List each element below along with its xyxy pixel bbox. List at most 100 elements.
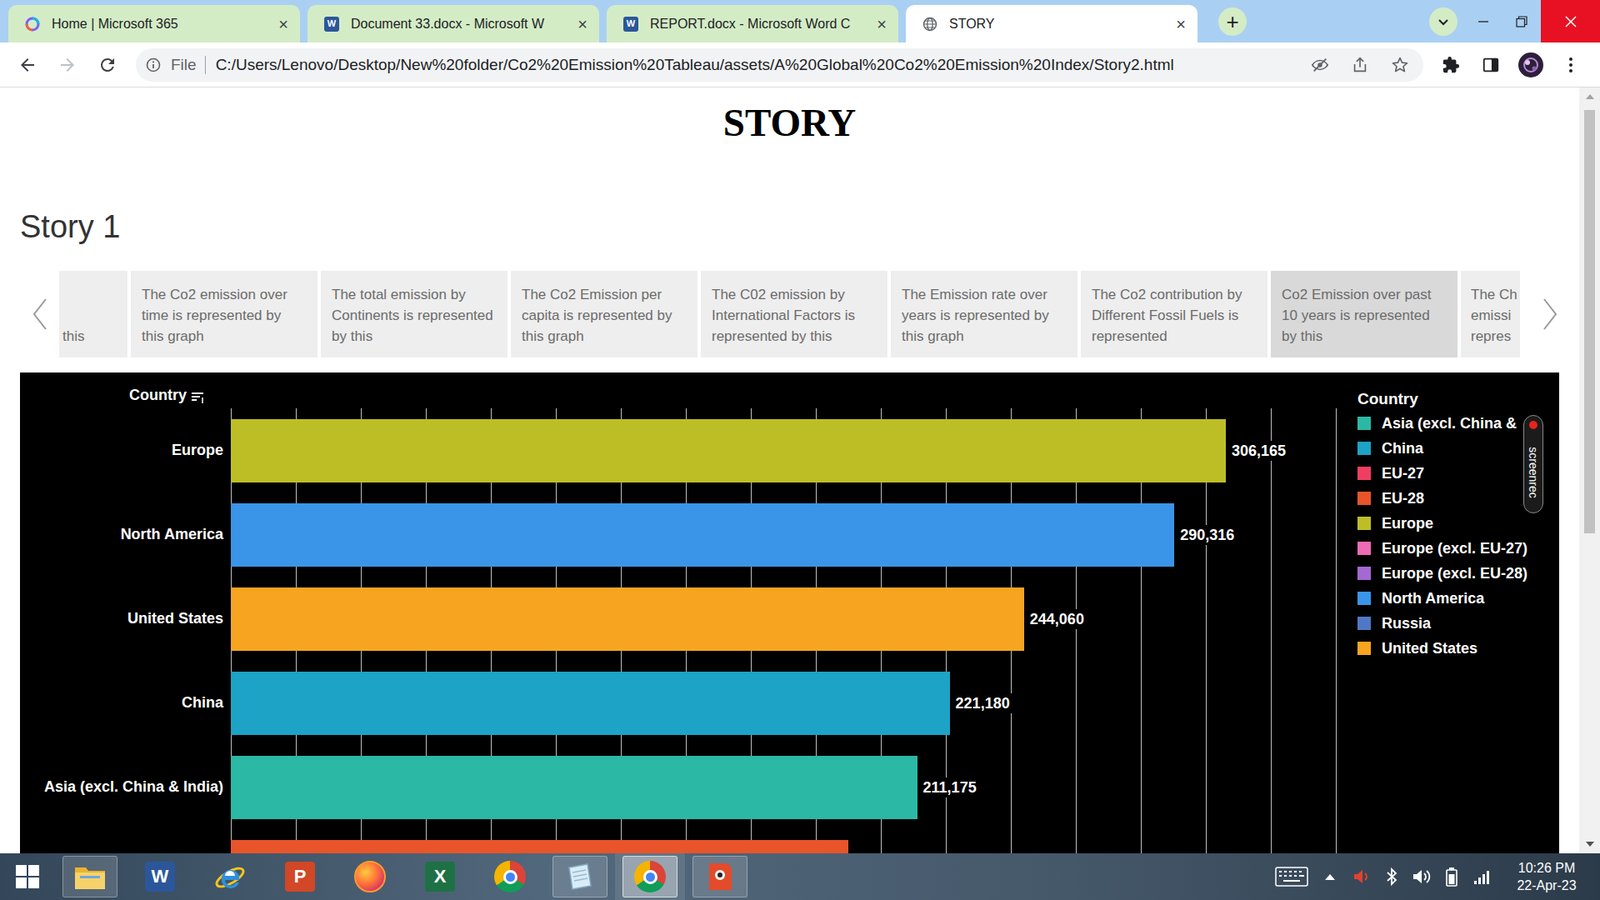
taskbar-app[interactable] [195, 853, 265, 900]
excel-icon: X [425, 861, 455, 892]
legend-item[interactable]: United States [1357, 635, 1560, 661]
taskbar: W P X 10:26 PM22-Apr-23 [0, 853, 1600, 900]
bookmark-button[interactable] [1380, 50, 1420, 80]
taskbar-app-frame [62, 855, 118, 898]
story-point[interactable]: The Co2 Emission per capita is represent… [510, 270, 698, 358]
legend-swatch [1357, 491, 1371, 505]
share-button[interactable] [1340, 50, 1380, 80]
bar[interactable] [230, 503, 1175, 567]
tab-close-button[interactable]: × [273, 14, 294, 35]
taskbar-app[interactable] [615, 853, 685, 900]
bar[interactable] [230, 587, 1025, 651]
bluetooth-icon [1385, 867, 1398, 886]
word-glyph: W [327, 19, 336, 29]
new-tab-button[interactable]: + [1218, 7, 1247, 36]
scroll-thumb[interactable] [1584, 110, 1595, 534]
network-button[interactable] [1466, 853, 1497, 900]
tab-close-button[interactable]: × [871, 14, 892, 35]
volume-button[interactable] [1406, 853, 1437, 900]
gridline [1270, 408, 1272, 854]
reload-button[interactable] [90, 48, 125, 82]
touch-keyboard-button[interactable] [1270, 853, 1314, 900]
tray-app-button[interactable] [1346, 853, 1377, 900]
story-point[interactable]: The C02 emission by International Factor… [700, 270, 888, 358]
power-button[interactable] [1436, 853, 1467, 900]
taskbar-app[interactable]: X [405, 853, 475, 900]
next-point-button[interactable] [1520, 270, 1580, 358]
window-controls [1429, 0, 1600, 43]
legend-item[interactable]: North America [1357, 585, 1560, 611]
taskbar-app[interactable]: P [265, 853, 335, 900]
taskbar-app[interactable] [545, 853, 615, 900]
start-button[interactable] [0, 853, 55, 900]
taskbar-app-frame [622, 855, 678, 898]
story-point-body: The C02 emission by International Factor… [711, 284, 877, 347]
forward-button[interactable] [50, 48, 85, 82]
bar[interactable] [230, 671, 950, 735]
minimize-button[interactable] [1464, 0, 1503, 43]
tracking-button[interactable] [1300, 50, 1340, 80]
scroll-down-button[interactable] [1579, 835, 1600, 854]
back-button[interactable] [10, 48, 45, 82]
profile-button[interactable] [1510, 48, 1551, 82]
scroll-up-button[interactable] [1579, 87, 1600, 106]
url-scheme: File [170, 55, 197, 75]
legend-item[interactable]: Europe (excl. EU-28) [1357, 560, 1560, 586]
menu-button[interactable] [1550, 48, 1591, 82]
restore-button[interactable] [1502, 0, 1541, 43]
omnibox[interactable]: File C:/Users/Lenovo/Desktop/New%20folder… [135, 48, 1424, 82]
bar[interactable] [230, 419, 1226, 483]
browser-tab[interactable]: STORY× [905, 5, 1198, 43]
windows-logo-icon [15, 864, 40, 890]
tab-close-button[interactable]: × [572, 14, 593, 35]
puzzle-icon [1441, 55, 1460, 75]
taskbar-app[interactable] [55, 853, 125, 900]
battery-icon [1445, 866, 1459, 887]
extensions-button[interactable] [1430, 48, 1471, 82]
taskbar-app[interactable] [335, 853, 405, 900]
story-point[interactable]: Co2 Emission over past 10 years is repre… [1270, 270, 1458, 358]
story-point[interactable]: The Co2 emission over time is represente… [130, 270, 318, 358]
taskbar-app[interactable] [475, 853, 545, 900]
browser-tab[interactable]: Home | Microsoft 365× [8, 5, 300, 43]
sort-icon[interactable] [190, 390, 205, 405]
story-point[interactable]: The Ch emissi repres [1460, 270, 1520, 358]
chart-row [20, 829, 1354, 854]
browser-tab[interactable]: WDocument 33.docx - Microsoft W× [307, 5, 600, 43]
taskbar-app-frame [692, 855, 748, 898]
bar[interactable] [230, 840, 849, 855]
system-tray: 10:26 PM22-Apr-23 [1270, 853, 1600, 900]
tab-close-button[interactable]: × [1170, 14, 1191, 35]
url-text[interactable]: C:/Users/Lenovo/Desktop/New%20folder/Co2… [215, 55, 1300, 75]
tab-search-button[interactable] [1429, 7, 1458, 36]
previous-point-button[interactable] [0, 270, 60, 358]
legend-item[interactable]: Europe [1357, 510, 1560, 536]
legend-item[interactable]: Russia [1357, 610, 1560, 636]
story-point[interactable]: this [59, 270, 128, 358]
close-window-button[interactable] [1540, 0, 1600, 43]
triangle-down-icon [1585, 841, 1595, 847]
side-panel-button[interactable] [1470, 48, 1511, 82]
taskbar-app[interactable] [685, 853, 755, 900]
app-glyph: P [294, 867, 307, 886]
story-point[interactable]: The total emission by Continents is repr… [320, 270, 508, 358]
legend-label: Europe [1381, 513, 1434, 534]
story-point-body: The Co2 Emission per capita is represent… [521, 284, 687, 347]
legend-swatch [1357, 591, 1371, 605]
story-point[interactable]: The Emission rate over years is represen… [890, 270, 1078, 358]
chart-plot-section: CountryEurope306,165North America290,316… [20, 372, 1354, 854]
legend-swatch [1357, 516, 1371, 530]
chevron-left-icon [32, 297, 48, 331]
bar[interactable] [230, 755, 918, 820]
story-point[interactable]: The Co2 contribution by Different Fossil… [1080, 270, 1268, 358]
taskbar-app[interactable]: W [125, 853, 195, 900]
legend-item[interactable]: Europe (excl. EU-27) [1357, 535, 1560, 561]
story-point-caption: Co2 Emission over past 10 years is repre… [1281, 286, 1432, 345]
show-hidden-icons-button[interactable] [1313, 853, 1347, 900]
clock[interactable]: 10:26 PM22-Apr-23 [1496, 853, 1597, 900]
screenrec-widget[interactable]: screenrec [1523, 415, 1544, 514]
browser-tab[interactable]: WREPORT.docx - Microsoft Word C× [606, 5, 899, 43]
bluetooth-button[interactable] [1376, 853, 1407, 900]
scrollbar[interactable] [1579, 87, 1600, 854]
story-point-body: The total emission by Continents is repr… [331, 284, 497, 347]
